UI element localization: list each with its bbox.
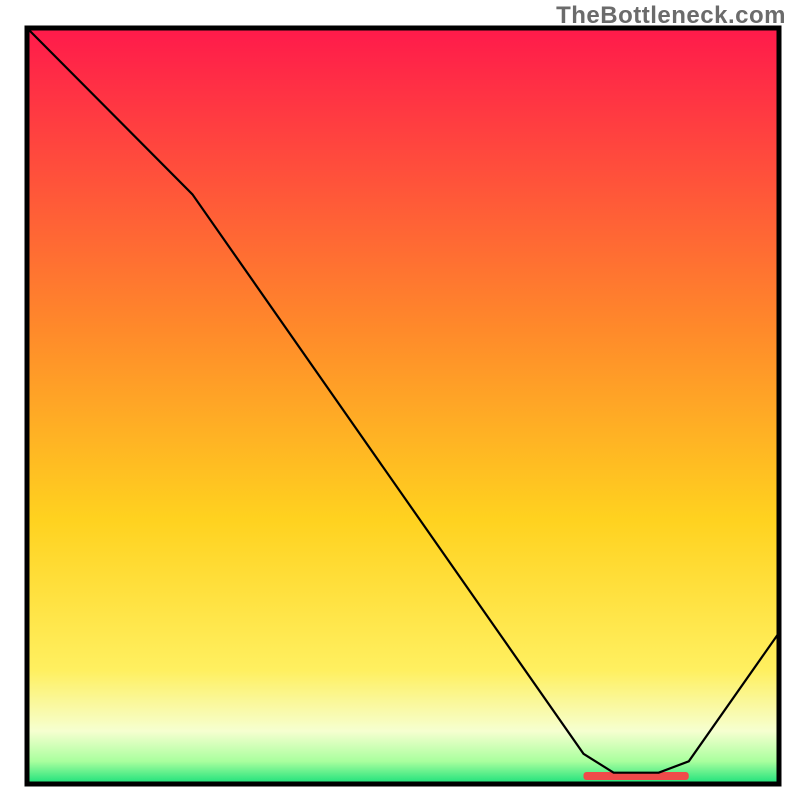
chart-container: TheBottleneck.com: [0, 0, 800, 800]
chart-svg: [0, 0, 800, 800]
watermark-text: TheBottleneck.com: [556, 2, 786, 30]
